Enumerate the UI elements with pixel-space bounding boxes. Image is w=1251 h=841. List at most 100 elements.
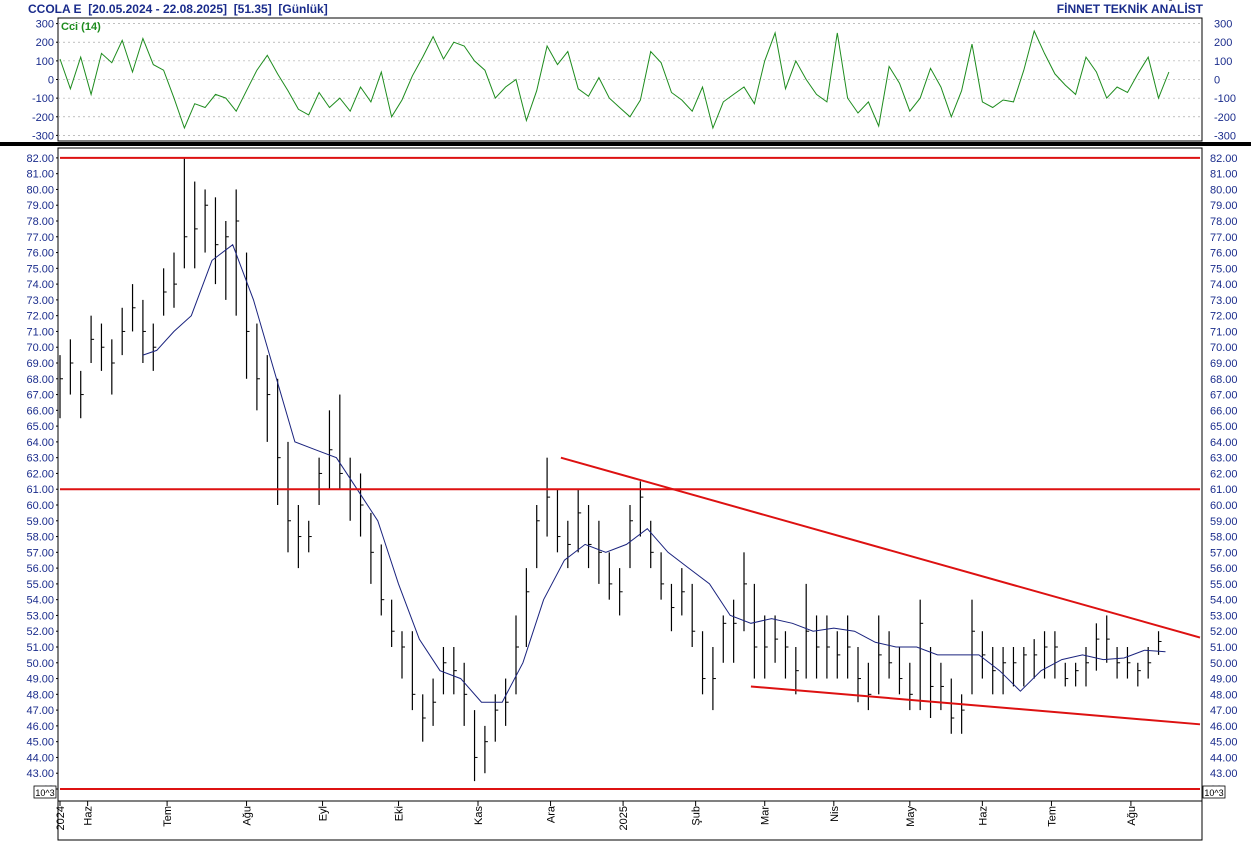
price-y-tick-label-left: 62.00 xyxy=(26,468,54,480)
price-y-tick-label-right: 66.00 xyxy=(1210,405,1238,417)
x-tick-label: Tem xyxy=(162,806,174,827)
price-y-tick-label-right: 68.00 xyxy=(1210,374,1238,386)
price-y-tick-label-left: 67.00 xyxy=(26,390,54,402)
price-y-tick-label-right: 71.00 xyxy=(1210,326,1238,338)
price-y-tick-label-right: 56.00 xyxy=(1210,563,1238,575)
price-y-tick-label-right: 48.00 xyxy=(1210,689,1238,701)
chart-svg: 300 300 200 200 100 100 0 0 -100 -100 -200 -200 -300… xyxy=(0,0,1251,841)
x-tick-label: Haz xyxy=(83,806,95,826)
price-y-tick-label-right: 73.00 xyxy=(1210,295,1238,307)
price-y-tick-label-left: 78.00 xyxy=(26,216,54,228)
x-axis: 2024 Haz Tem Ağu Eyl Eki Kas Ara 2025 Şub Mar Nis Ma… xyxy=(55,800,1203,841)
price-y-tick-label-right: 77.00 xyxy=(1210,232,1238,244)
price-y-tick-label-left: 79.00 xyxy=(26,200,54,212)
price-y-tick-label-right: 57.00 xyxy=(1210,547,1238,559)
cci-y-tick-label-left: -100 xyxy=(32,93,54,105)
x-tick-label: Ara xyxy=(546,805,558,823)
x-tick-label: Mar xyxy=(760,806,772,825)
price-y-tick-label-left: 55.00 xyxy=(26,579,54,591)
price-y-tick-label-right: 47.00 xyxy=(1210,705,1238,717)
cci-y-tick-label-right: 300 xyxy=(1214,19,1232,31)
price-y-tick-label-right: 70.00 xyxy=(1210,342,1238,354)
x-tick-label: 2025 xyxy=(618,806,630,830)
price-y-tick-label-right: 53.00 xyxy=(1210,610,1238,622)
price-y-tick-label-left: 71.00 xyxy=(26,326,54,338)
price-y-tick-label-left: 43.00 xyxy=(26,768,54,780)
price-y-tick-label-left: 52.00 xyxy=(26,626,54,638)
x-tick-label: Kas xyxy=(473,806,485,825)
price-y-tick-label-right: 52.00 xyxy=(1210,626,1238,638)
price-y-tick-label-left: 49.00 xyxy=(26,674,54,686)
cci-y-tick-label-right: 0 xyxy=(1214,75,1220,87)
price-y-tick-label-left: 74.00 xyxy=(26,279,54,291)
price-y-tick-label-left: 68.00 xyxy=(26,374,54,386)
x-tick-label: Haz xyxy=(977,806,989,826)
cci-y-tick-label-left: 200 xyxy=(36,37,54,49)
price-y-tick-label-left: 66.00 xyxy=(26,405,54,417)
price-y-tick-label-right: 78.00 xyxy=(1210,216,1238,228)
chart-root: CCOLA E [20.05.2024 - 22.08.2025] [51.35… xyxy=(0,0,1251,841)
price-y-tick-label-left: 58.00 xyxy=(26,532,54,544)
cci-panel: 300 300 200 200 100 100 0 0 -100 -100 -200 -200 -300… xyxy=(0,17,1251,146)
scale-badge-left: 10^3 xyxy=(35,788,54,798)
price-y-tick-label-right: 69.00 xyxy=(1210,358,1238,370)
scale-badge-right: 10^3 xyxy=(1204,788,1223,798)
price-y-tick-label-right: 80.00 xyxy=(1210,184,1238,196)
price-y-tick-label-left: 73.00 xyxy=(26,295,54,307)
x-tick-label: Eyl xyxy=(318,806,330,821)
price-y-tick-label-left: 77.00 xyxy=(26,232,54,244)
price-y-tick-label-left: 57.00 xyxy=(26,547,54,559)
price-y-tick-label-right: 62.00 xyxy=(1210,468,1238,480)
x-tick-label: Eki xyxy=(394,806,406,821)
price-frame xyxy=(57,147,1203,802)
x-tick-label: Şub xyxy=(691,806,703,826)
x-tick-label: 2024 xyxy=(55,806,67,830)
x-tick-label: Nis xyxy=(829,806,841,822)
price-y-tick-label-right: 60.00 xyxy=(1210,500,1238,512)
price-y-tick-label-left: 53.00 xyxy=(26,610,54,622)
price-y-tick-label-left: 72.00 xyxy=(26,311,54,323)
price-y-tick-label-left: 48.00 xyxy=(26,689,54,701)
price-y-tick-label-right: 79.00 xyxy=(1210,200,1238,212)
cci-y-tick-label-left: 100 xyxy=(36,56,54,68)
price-y-tick-label-right: 51.00 xyxy=(1210,642,1238,654)
price-y-tick-label-right: 82.00 xyxy=(1210,153,1238,165)
cci-y-tick-label-right: 100 xyxy=(1214,56,1232,68)
price-y-tick-label-right: 61.00 xyxy=(1210,484,1238,496)
price-y-tick-label-right: 44.00 xyxy=(1210,752,1238,764)
price-y-tick-label-left: 45.00 xyxy=(26,737,54,749)
price-y-tick-label-right: 72.00 xyxy=(1210,311,1238,323)
cci-y-tick-label-right: -200 xyxy=(1214,112,1236,124)
price-y-tick-label-right: 74.00 xyxy=(1210,279,1238,291)
price-y-tick-label-right: 81.00 xyxy=(1210,169,1238,181)
price-y-tick-label-left: 51.00 xyxy=(26,642,54,654)
price-y-tick-label-left: 60.00 xyxy=(26,500,54,512)
price-y-tick-label-left: 70.00 xyxy=(26,342,54,354)
price-y-tick-label-right: 58.00 xyxy=(1210,532,1238,544)
price-y-tick-label-right: 50.00 xyxy=(1210,658,1238,670)
price-y-tick-label-left: 65.00 xyxy=(26,421,54,433)
price-y-tick-label-left: 46.00 xyxy=(26,721,54,733)
panel-separator xyxy=(0,142,1251,146)
price-y-tick-label-left: 63.00 xyxy=(26,453,54,465)
price-y-tick-label-right: 59.00 xyxy=(1210,516,1238,528)
price-y-tick-label-left: 50.00 xyxy=(26,658,54,670)
price-y-tick-label-left: 47.00 xyxy=(26,705,54,717)
price-y-tick-label-right: 75.00 xyxy=(1210,263,1238,275)
x-tick-label: May xyxy=(905,806,917,827)
price-y-tick-label-left: 56.00 xyxy=(26,563,54,575)
price-y-tick-label-left: 69.00 xyxy=(26,358,54,370)
x-tick-label: Tem xyxy=(1046,806,1058,827)
price-y-tick-label-left: 44.00 xyxy=(26,752,54,764)
cci-y-tick-label-right: -100 xyxy=(1214,93,1236,105)
price-y-tick-label-right: 43.00 xyxy=(1210,768,1238,780)
cci-y-tick-label-left: 0 xyxy=(48,75,54,87)
price-y-tick-label-left: 82.00 xyxy=(26,153,54,165)
x-tick-label: Ağu xyxy=(242,806,254,826)
price-y-tick-label-left: 54.00 xyxy=(26,595,54,607)
price-y-tick-label-right: 54.00 xyxy=(1210,595,1238,607)
price-y-tick-label-right: 65.00 xyxy=(1210,421,1238,433)
price-y-tick-label-left: 64.00 xyxy=(26,437,54,449)
cci-y-tick-label-left: -200 xyxy=(32,112,54,124)
price-y-tick-label-right: 45.00 xyxy=(1210,737,1238,749)
